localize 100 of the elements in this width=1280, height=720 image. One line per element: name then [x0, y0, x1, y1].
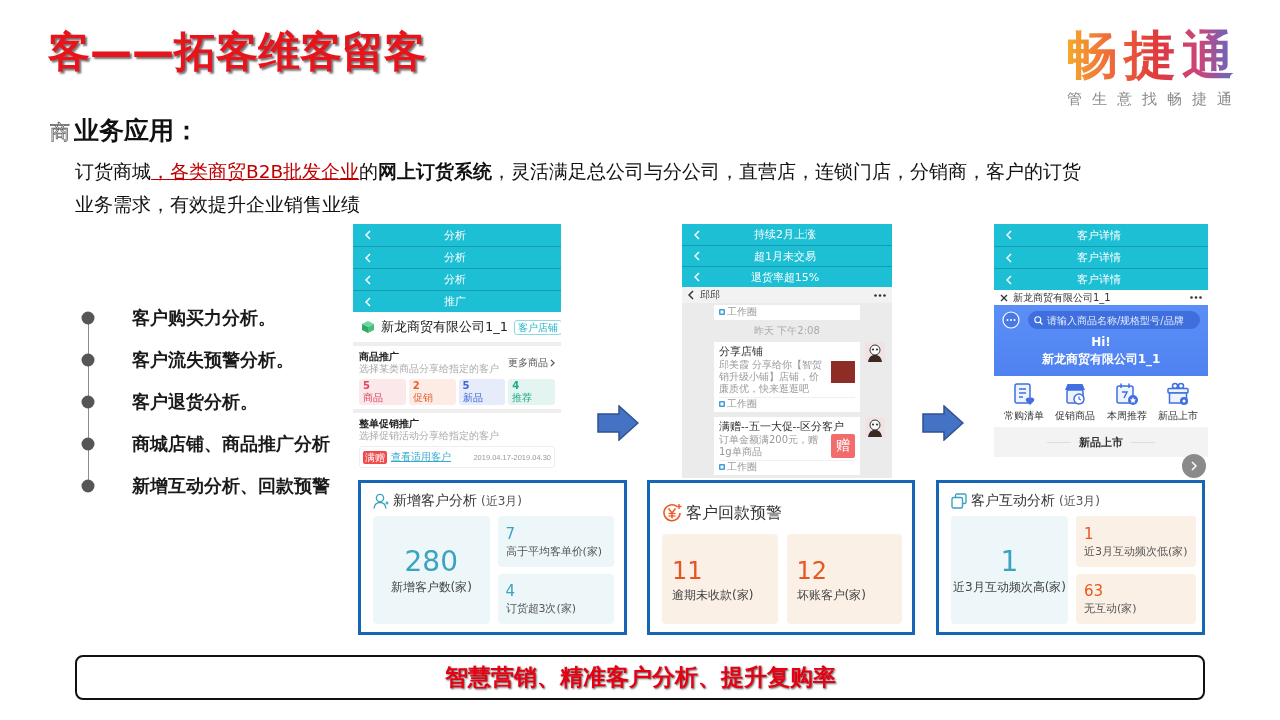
bullet-text: 客户流失预警分析。 — [132, 348, 294, 372]
shortcut-button[interactable]: 促销商品 — [1055, 382, 1096, 423]
header-title: 退货率超15% — [749, 269, 821, 285]
section-subtitle: 选择促销活动分享给指定的客户 — [359, 430, 500, 442]
cube-icon — [361, 320, 375, 334]
bullet-dot-icon — [81, 395, 95, 409]
right-arrow-icon — [597, 405, 639, 441]
bullet-dot-icon — [81, 353, 95, 367]
header-title: 客户详情 — [1076, 272, 1122, 287]
header-title: 分析 — [443, 272, 467, 287]
square-icon — [719, 309, 725, 315]
tile-value: 5 — [462, 380, 470, 392]
photo-placeholder — [831, 361, 855, 383]
bullet-dot-icon — [81, 311, 95, 325]
promo-tag: 满赠 — [363, 450, 387, 464]
source-label: 工作圈 — [727, 306, 757, 318]
stat-label: 订货超3次(家) — [505, 601, 578, 617]
footer-banner: 智慧营销、精准客户分析、提升复购率 — [75, 655, 1205, 700]
stat-label: 逾期未收款(家) — [672, 586, 755, 604]
stat-label: 无互动(家) — [1084, 601, 1138, 617]
card-period: (近3月) — [481, 492, 522, 510]
slide-title: 客——拓客维客留客 — [48, 26, 426, 78]
greeting: Hi! — [1090, 335, 1112, 350]
company-name: 新龙商贸有限公司1_1 — [381, 318, 509, 336]
stat-value: 12 — [796, 555, 829, 587]
coin-icon — [662, 503, 682, 523]
stat-label: 近3月互动频次高(家) — [953, 578, 1066, 596]
stat-label: 坏账客户(家) — [796, 586, 867, 604]
stat-value: 1 — [1084, 523, 1095, 544]
tile-label: 推荐 — [512, 392, 533, 404]
bullet-text: 新增互动分析、回款预警 — [132, 474, 330, 498]
gift-badge: 赠 — [831, 434, 855, 458]
header-title: 推广 — [443, 294, 467, 309]
section-heading: 业务应用： — [74, 115, 199, 147]
stat-value: 280 — [404, 544, 458, 579]
calendar-star-icon — [1114, 382, 1139, 406]
section-title: 整单促销推广 — [359, 417, 420, 430]
message-text: 订单金额满200元，赠1g单商品 — [719, 434, 820, 458]
avatar-icon — [865, 417, 885, 437]
message-card[interactable]: 分享店铺 邱美霞 分享给你【智贺销升级小铺】店铺，价廉质优，快来逛逛吧 工作圈 — [714, 342, 860, 412]
source-label: 工作圈 — [727, 461, 757, 473]
logo-slogan: 管生意找畅捷通 — [1066, 90, 1242, 108]
shortcut-button[interactable]: 常购清单 — [1003, 382, 1044, 423]
person-icon — [373, 493, 389, 509]
more-icon[interactable] — [874, 293, 886, 297]
search-icon — [1034, 315, 1043, 325]
header-title: 分析 — [443, 227, 467, 243]
close-icon[interactable] — [1000, 293, 1008, 302]
right-arrow-icon — [922, 405, 964, 441]
square-icon — [719, 401, 725, 407]
header-title: 持续2月上涨 — [753, 227, 817, 242]
search-field[interactable]: 请输入商品名称/规格型号/品牌 — [1028, 311, 1200, 329]
message-title: 分享店铺 — [719, 345, 764, 358]
message-card[interactable]: 满赠--五一大促--区分客户 订单金额满200元，赠1g单商品 赠 工作圈 — [714, 417, 860, 475]
shortcut-button[interactable]: 本周推荐 — [1106, 382, 1147, 423]
stat-label: 新增客户数(家) — [390, 578, 472, 596]
message-title: 满赠--五一大促--区分客户 — [719, 420, 846, 433]
more-icon[interactable] — [1190, 296, 1202, 299]
stat-value: 11 — [672, 555, 704, 587]
stat-value: 7 — [505, 523, 517, 544]
tile-value: 4 — [512, 380, 520, 392]
card-title: 客户互动分析 — [971, 492, 1055, 510]
header-title: 超1月未交易 — [753, 248, 817, 264]
bullet-text: 商城店铺、商品推广分析 — [132, 432, 330, 456]
gift-icon — [1166, 382, 1191, 406]
chat-icon[interactable] — [1002, 311, 1020, 329]
store-title: 新龙商贸有限公司1_1 — [1013, 290, 1111, 305]
section-title: 商品推广 — [359, 350, 400, 363]
source-label: 工作圈 — [727, 398, 757, 410]
tile-value: 5 — [363, 380, 370, 392]
stat-tile[interactable]: 5 商品 — [359, 379, 406, 405]
heading-prefix: 商 — [50, 119, 71, 146]
bullet-dot-icon — [81, 437, 95, 451]
chevron-icon — [550, 358, 555, 367]
stat-label: 高于平均客单价(家) — [505, 543, 604, 559]
bullet-text: 客户退货分析。 — [132, 390, 258, 414]
stat-tile[interactable]: 5 新品 — [458, 379, 506, 405]
list-heart-icon — [1011, 382, 1036, 406]
section-subtitle: 选择某类商品分享给指定的客户 — [359, 363, 499, 375]
speech-bubble-icon — [951, 493, 967, 509]
card-period: (近3月) — [1059, 492, 1100, 510]
tile-label: 促销 — [412, 392, 433, 404]
tile-value: 2 — [412, 380, 420, 392]
more-link[interactable]: 更多商品 — [508, 355, 555, 370]
card-title: 新增客户分析 — [393, 492, 477, 510]
stat-value: 4 — [505, 581, 517, 602]
shop-clock-icon — [1063, 382, 1088, 406]
stat-value: 1 — [1000, 544, 1019, 579]
card-title: 客户回款预警 — [686, 502, 782, 524]
company-name: 新龙商贸有限公司1_1 — [1040, 351, 1162, 368]
header-title: 客户详情 — [1076, 250, 1122, 265]
square-icon — [719, 464, 725, 470]
stat-value: 63 — [1084, 581, 1105, 602]
next-button[interactable] — [1182, 454, 1206, 478]
message-text: 邱美霞 分享给你【智贺销升级小铺】店铺，价廉质优，快来逛逛吧 — [719, 359, 824, 395]
bullet-dot-icon — [81, 479, 95, 493]
header-title: 客户详情 — [1076, 227, 1122, 243]
shortcut-button[interactable]: 新品上市 — [1158, 382, 1199, 423]
section-title: 新品上市 — [1079, 434, 1123, 450]
contact-name: 邱邱 — [700, 288, 720, 302]
